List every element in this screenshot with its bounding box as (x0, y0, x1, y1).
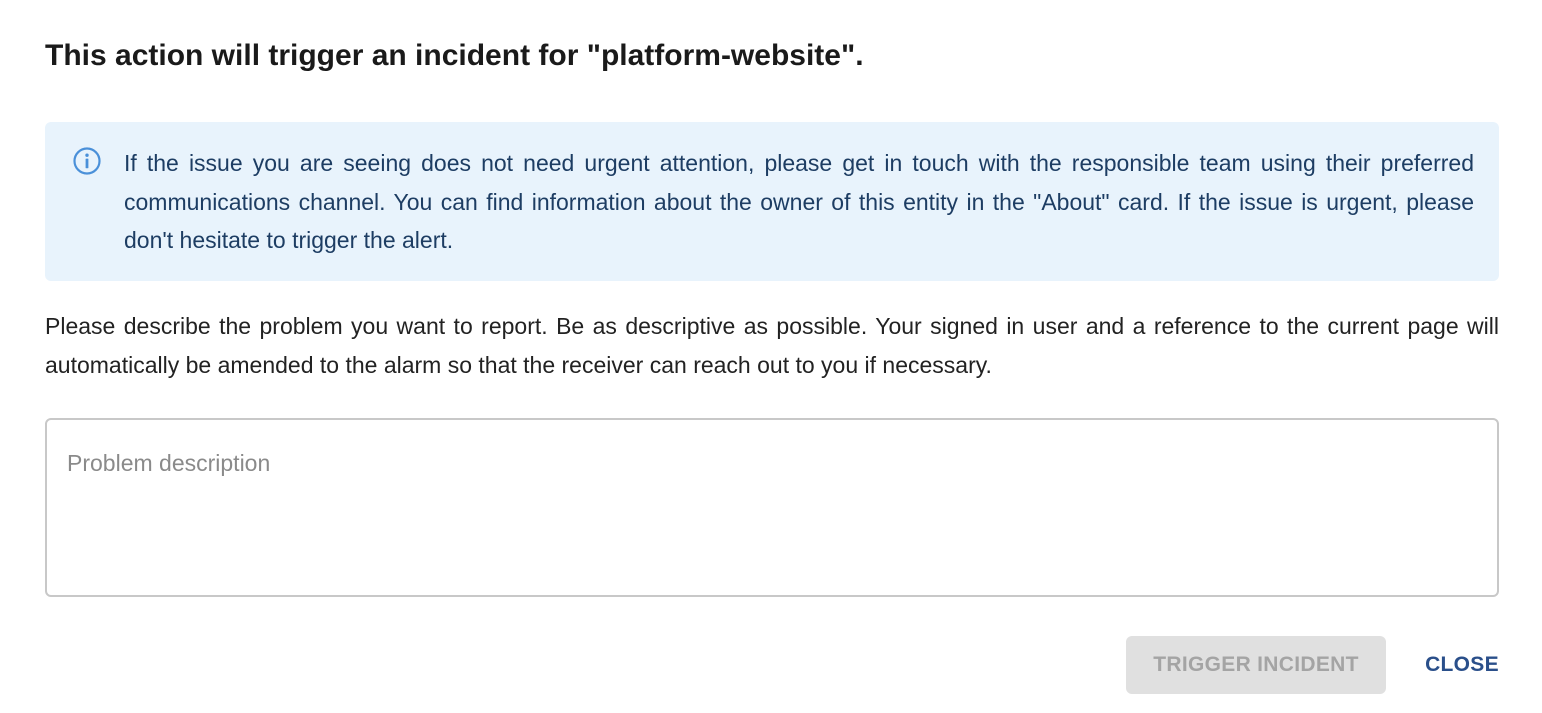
instructions-text: Please describe the problem you want to … (45, 313, 1499, 378)
dialog-title: This action will trigger an incident for… (45, 39, 864, 72)
close-button[interactable]: CLOSE (1412, 636, 1512, 694)
info-icon (72, 146, 102, 176)
problem-description-field[interactable] (45, 418, 1499, 597)
alert-message: If the issue you are seeing does not nee… (124, 150, 1474, 253)
info-alert: If the issue you are seeing does not nee… (45, 122, 1499, 281)
trigger-incident-button[interactable]: TRIGGER INCIDENT (1126, 636, 1386, 694)
trigger-incident-dialog: This action will trigger an incident for… (0, 0, 1542, 713)
